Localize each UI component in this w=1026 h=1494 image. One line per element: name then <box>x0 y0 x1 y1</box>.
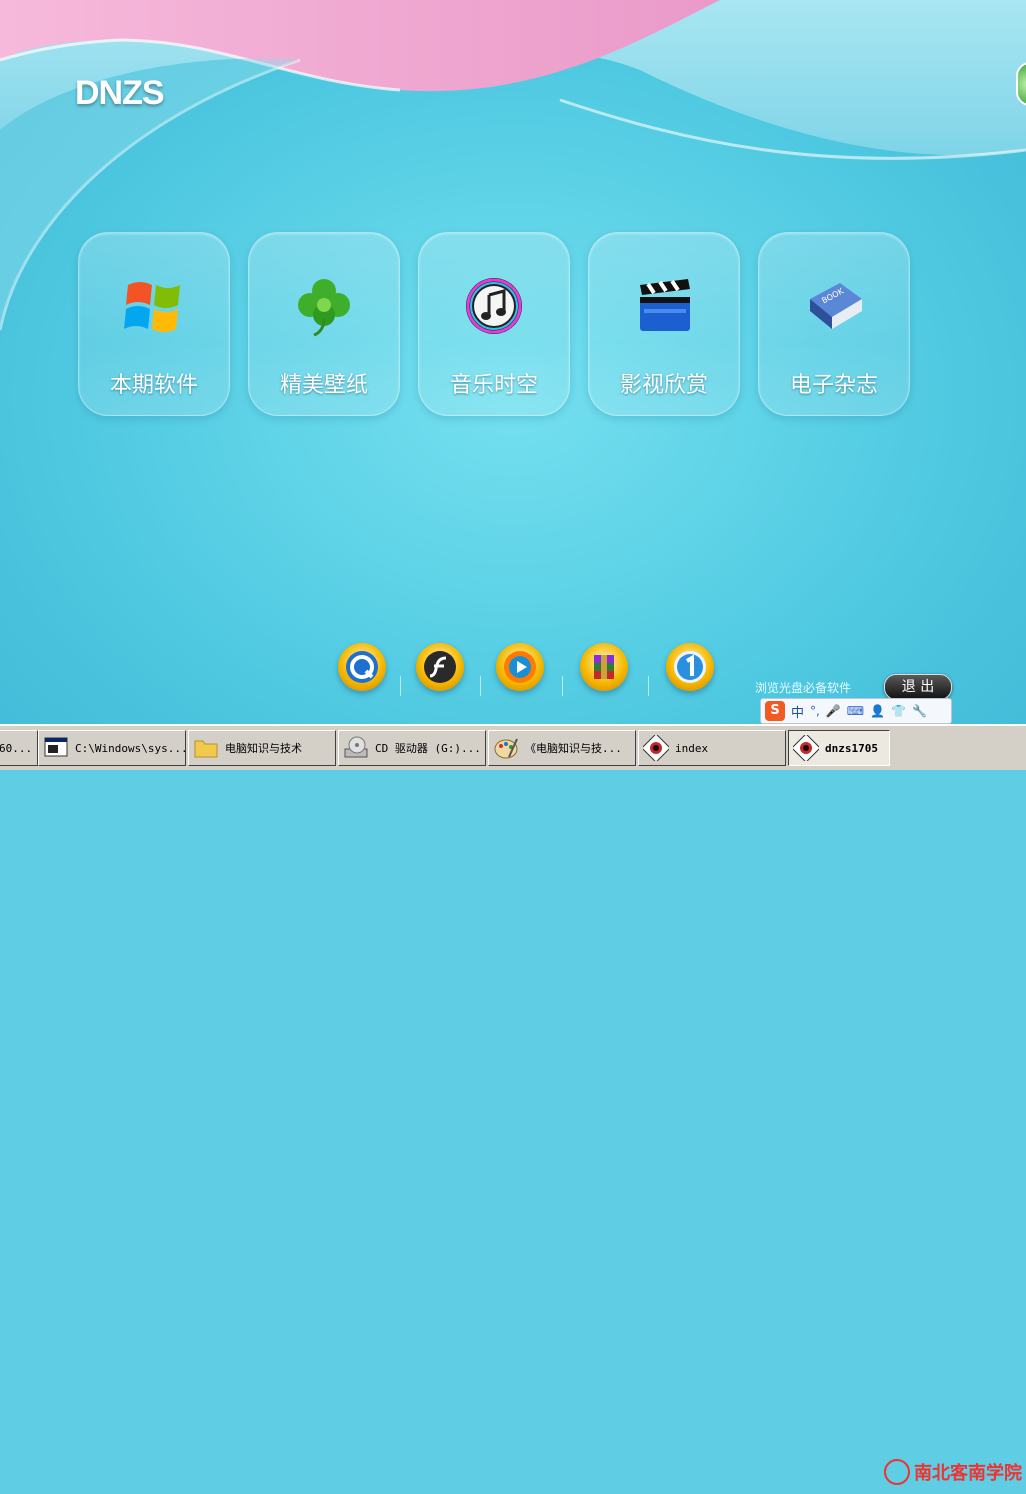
tile-video-label: 影视欣赏 <box>619 373 708 398</box>
tool-separator <box>648 676 649 696</box>
taskbar: 60... C:\Windows\sys... 电脑知识与技术 CD 驱动器 (… <box>0 724 1026 1485</box>
flash-player-icon <box>424 651 456 683</box>
keyboard-icon[interactable]: ⌨ <box>847 704 864 718</box>
clapperboard-icon <box>640 279 690 331</box>
taskbar-item-active[interactable]: dnzs1705 <box>788 730 890 766</box>
tile-ebook-label: 电子杂志 <box>789 373 878 398</box>
tool-flash[interactable] <box>416 643 464 691</box>
tile-software[interactable]: 本期软件 <box>78 232 230 416</box>
tool-separator <box>400 676 401 696</box>
dnzs-autorun-window: DNZS 本期软件 精美壁纸 音乐时空 影视欣赏 BOOK 电子杂志 浏览光盘必… <box>0 0 1026 724</box>
taskbar-item-label: 《电脑知识与技... <box>525 742 622 755</box>
user-icon[interactable]: 👤 <box>870 704 885 718</box>
taskbar-item[interactable]: 《电脑知识与技... <box>488 730 636 766</box>
wrench-icon[interactable]: 🔧 <box>912 704 927 718</box>
watermark-logo-icon <box>884 1459 910 1485</box>
exit-button[interactable]: 退 出 <box>884 674 952 700</box>
dnzs-app-icon <box>793 735 819 761</box>
ime-mode[interactable]: 中 <box>791 702 804 721</box>
tile-music[interactable]: 音乐时空 <box>418 232 570 416</box>
ime-toolbar[interactable]: S 中 °, 🎤 ⌨ 👤 👕 🔧 <box>760 698 952 724</box>
watermark-text: 南北客南学院 <box>914 1463 1022 1484</box>
taskbar-item[interactable]: CD 驱动器 (G:)... <box>338 730 486 766</box>
folder-icon <box>194 740 218 758</box>
tile-video[interactable]: 影视欣赏 <box>588 232 740 416</box>
taskbar-item[interactable]: 电脑知识与技术 <box>188 730 336 766</box>
site-watermark: 南北客南学院 <box>880 1450 1026 1494</box>
ime-punctuation[interactable]: °, <box>810 704 820 718</box>
tool-winrar[interactable] <box>580 643 628 691</box>
cd-drive-icon <box>344 736 368 758</box>
music-note-icon <box>466 278 522 334</box>
tool-separator <box>480 676 481 696</box>
taskbar-item-label: 60... <box>0 741 33 755</box>
one-key-icon <box>674 651 706 683</box>
taskbar-item-label: CD 驱动器 (G:)... <box>375 742 481 755</box>
tile-ebook[interactable]: BOOK 电子杂志 <box>758 232 910 416</box>
tile-wallpaper-label: 精美壁纸 <box>279 373 368 398</box>
tool-media-player[interactable] <box>496 643 544 691</box>
winrar-icon <box>594 655 614 679</box>
media-player-icon <box>504 651 536 683</box>
console-icon <box>44 737 68 757</box>
taskbar-item-label: dnzs1705 <box>825 741 878 755</box>
tool-quicktime[interactable] <box>338 643 386 691</box>
tool-one-key[interactable] <box>666 643 714 691</box>
clover-icon <box>298 279 350 337</box>
shirt-icon[interactable]: 👕 <box>891 704 906 718</box>
taskbar-item[interactable]: C:\Windows\sys... <box>38 730 186 766</box>
taskbar-item-label: C:\Windows\sys... <box>75 741 186 755</box>
tile-software-label: 本期软件 <box>109 373 198 398</box>
sogou-logo-icon: S <box>765 701 785 721</box>
taskbar-item-label: 电脑知识与技术 <box>225 742 302 755</box>
dnzs-app-icon <box>643 735 669 761</box>
book-icon: BOOK <box>810 283 862 329</box>
essential-software-label: 浏览光盘必备软件 <box>755 681 852 695</box>
dnzs-logo: DNZS <box>75 74 165 112</box>
tool-separator <box>562 676 563 696</box>
taskbar-item[interactable]: index <box>638 730 786 766</box>
tile-music-label: 音乐时空 <box>449 373 538 398</box>
windows-logo-icon <box>124 282 180 332</box>
taskbar-item[interactable]: 60... <box>0 730 38 766</box>
tile-wallpaper[interactable]: 精美壁纸 <box>248 232 400 416</box>
microphone-icon[interactable]: 🎤 <box>826 704 841 718</box>
quicktime-icon <box>346 651 378 683</box>
green-corner-button[interactable] <box>1016 62 1026 106</box>
paint-icon <box>494 738 518 759</box>
taskbar-item-label: index <box>675 741 709 755</box>
